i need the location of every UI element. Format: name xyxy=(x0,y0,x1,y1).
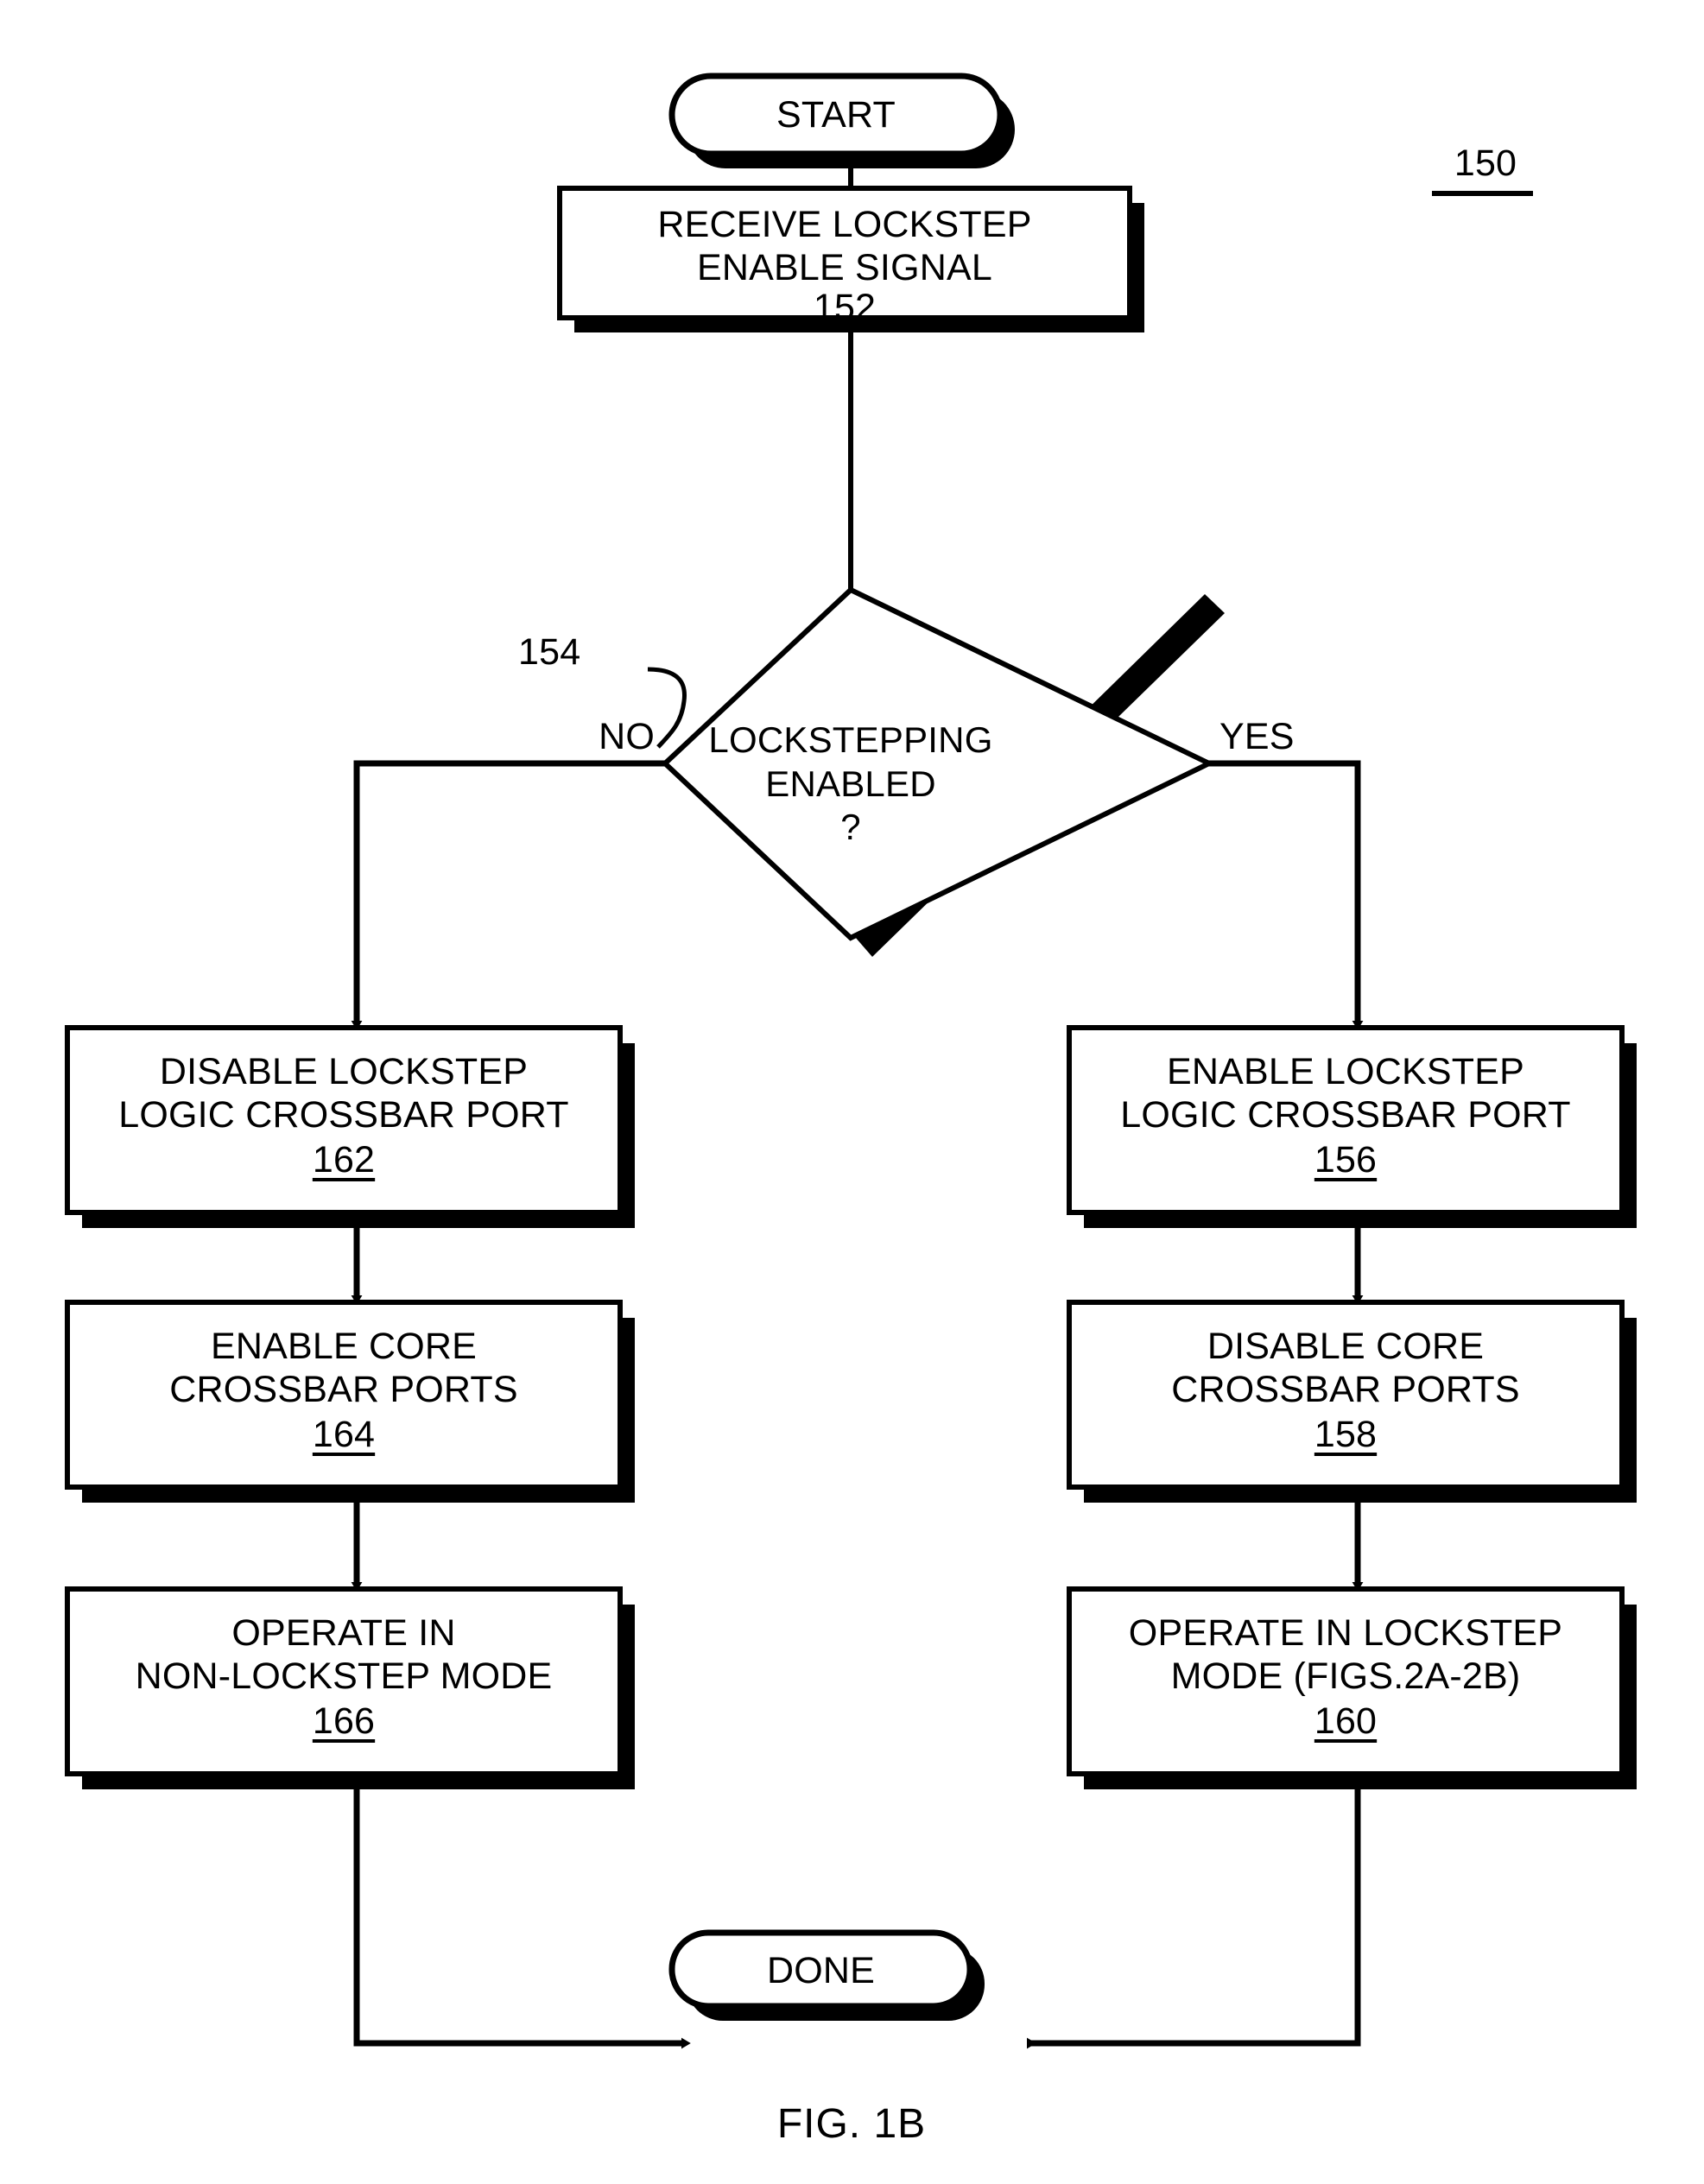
patent-figure-sheet: 150 START RECEIVE LOCKSTEP ENABLE SIGNAL… xyxy=(0,0,1704,2184)
figure-caption: FIG. 1B xyxy=(776,2101,927,2147)
node-162-ref: 162 xyxy=(312,1139,376,1181)
node-decision-ref: 154 xyxy=(518,631,581,673)
node-164-line1: ENABLE CORE xyxy=(210,1326,478,1367)
branch-label-no: NO xyxy=(599,716,655,757)
node-done-label: DONE xyxy=(766,1950,876,1991)
node-164-ref: 164 xyxy=(312,1414,376,1455)
node-decision-line2: ENABLED xyxy=(765,763,936,804)
node-160-line1: OPERATE IN LOCKSTEP xyxy=(1128,1612,1563,1654)
node-receive-line2: ENABLE SIGNAL xyxy=(697,247,992,288)
node-158-line2: CROSSBAR PORTS xyxy=(1171,1369,1520,1410)
branch-label-yes: YES xyxy=(1219,716,1295,757)
connector-166-to-done xyxy=(353,1789,691,2049)
node-decision-line3: ? xyxy=(840,807,861,847)
node-decision-line1: LOCKSTEPPING xyxy=(708,719,993,760)
node-156-ref: 156 xyxy=(1314,1139,1378,1181)
node-160-line2: MODE (FIGS.2A-2B) xyxy=(1170,1655,1521,1697)
connector-no-branch xyxy=(351,760,669,1030)
node-receive-ref: 152 xyxy=(813,287,877,328)
node-156-line2: LOGIC CROSSBAR PORT xyxy=(1120,1094,1571,1136)
node-156-line1: ENABLE LOCKSTEP xyxy=(1166,1051,1525,1092)
node-158-ref: 158 xyxy=(1314,1414,1378,1455)
node-166-ref: 166 xyxy=(312,1700,376,1742)
connector-160-to-done xyxy=(1026,1789,1361,2049)
node-162-line2: LOGIC CROSSBAR PORT xyxy=(118,1094,569,1136)
node-164-line2: CROSSBAR PORTS xyxy=(169,1369,518,1410)
node-160-ref: 160 xyxy=(1314,1700,1378,1742)
figure-reference-numeral: 150 xyxy=(1454,142,1517,184)
node-158-line1: DISABLE CORE xyxy=(1207,1326,1485,1367)
node-166-line1: OPERATE IN xyxy=(231,1612,456,1654)
node-166-line2: NON-LOCKSTEP MODE xyxy=(135,1655,553,1697)
connector-yes-branch xyxy=(1207,760,1364,1030)
node-162-line1: DISABLE LOCKSTEP xyxy=(159,1051,529,1092)
node-start-label: START xyxy=(776,94,896,136)
node-receive-line1: RECEIVE LOCKSTEP xyxy=(657,204,1032,245)
